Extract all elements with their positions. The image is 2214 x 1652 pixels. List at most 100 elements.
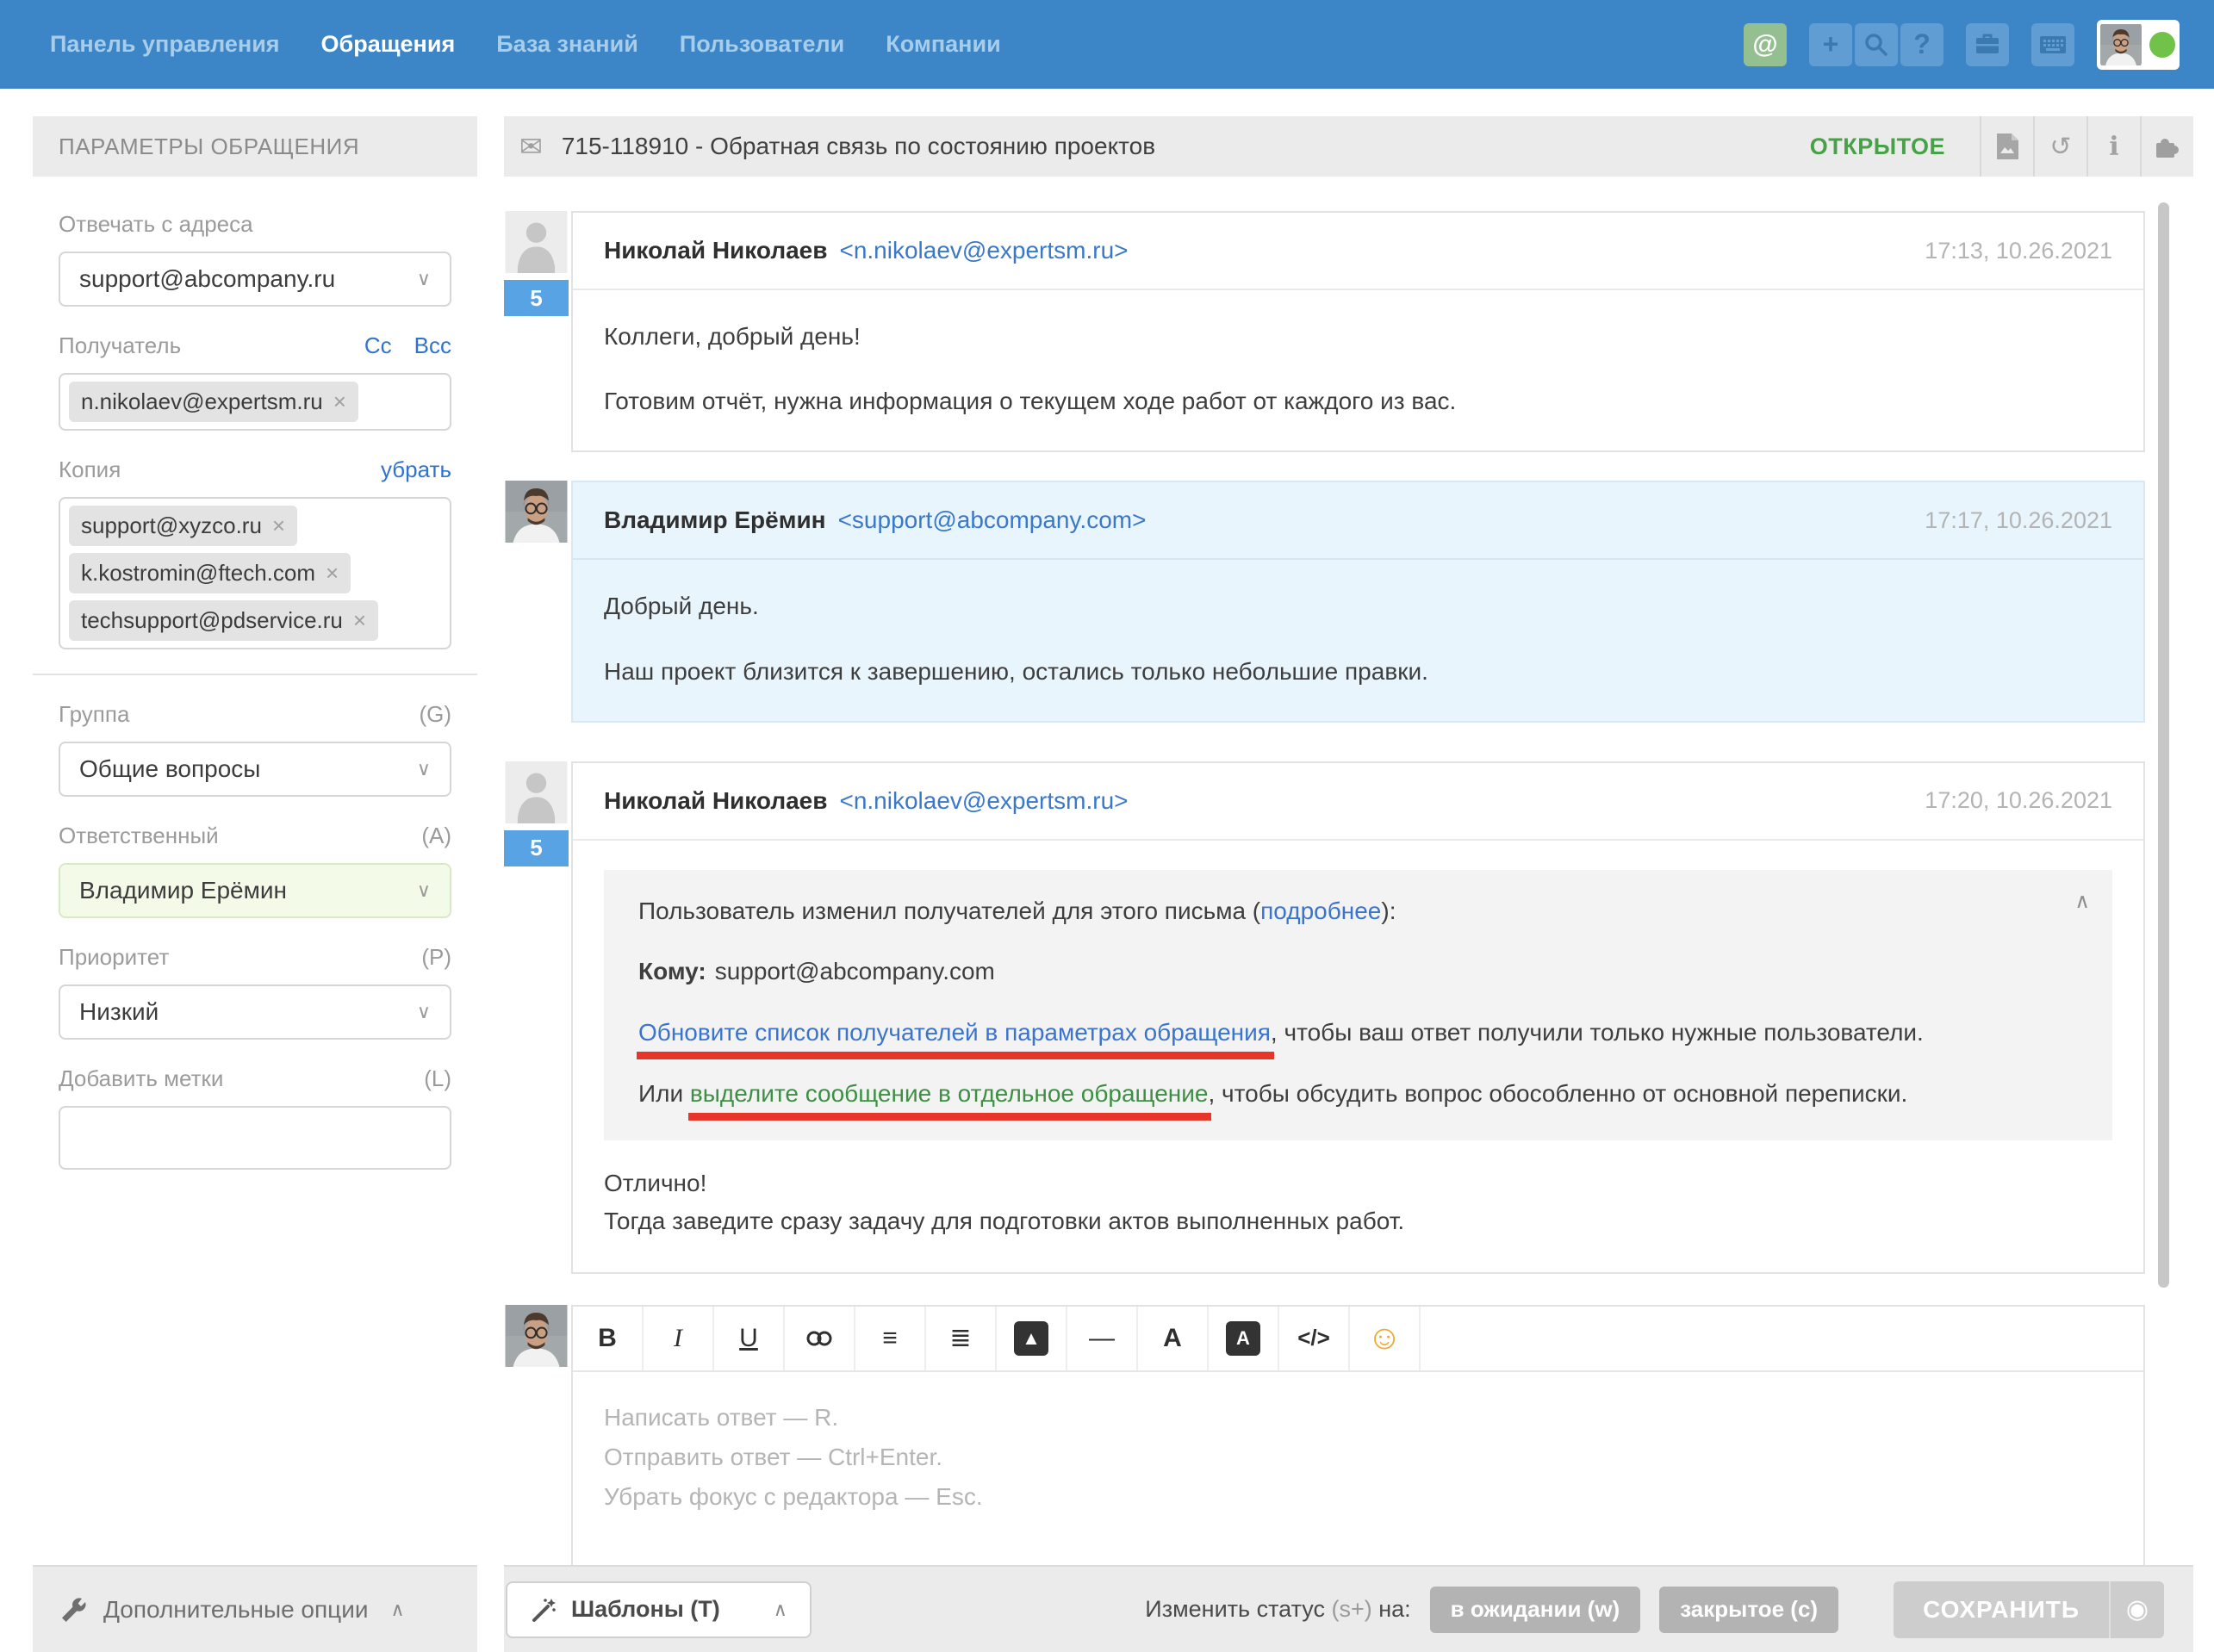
notice-text: , чтобы обсудить вопрос обособленно от о… bbox=[1208, 1080, 1907, 1107]
underline-button[interactable]: U bbox=[714, 1307, 785, 1370]
info-button[interactable]: i bbox=[2087, 116, 2140, 177]
action-bar: Шаблоны (T) ∧ Изменить статус (s+) на: в… bbox=[504, 1565, 2193, 1652]
unordered-list-button[interactable]: ≣ bbox=[926, 1307, 997, 1370]
recipient-input[interactable]: n.nikolaev@expertsm.ru × bbox=[59, 373, 451, 431]
text-color-button[interactable]: A bbox=[1138, 1307, 1209, 1370]
puzzle-icon bbox=[2154, 134, 2181, 159]
message-paragraph: Тогда заведите сразу задачу для подготов… bbox=[604, 1202, 2112, 1239]
details-link[interactable]: подробнее bbox=[1260, 897, 1381, 924]
ordered-list-button[interactable]: ≡ bbox=[855, 1307, 926, 1370]
to-value: support@abcompany.com bbox=[715, 958, 995, 984]
sender-email-link[interactable]: <support@abcompany.com> bbox=[838, 506, 1147, 534]
nav-item-dashboard[interactable]: Панель управления bbox=[50, 31, 280, 58]
history-button[interactable]: ↺ bbox=[2033, 116, 2087, 177]
templates-label: Шаблоны (T) bbox=[571, 1596, 720, 1623]
export-ticket-button[interactable] bbox=[1980, 116, 2033, 177]
info-icon: i bbox=[2109, 132, 2118, 162]
split-message-link[interactable]: выделите сообщение в отдельное обращение bbox=[690, 1080, 1209, 1107]
scrollbar-thumb[interactable] bbox=[2158, 202, 2169, 1288]
nav-item-knowledge-base[interactable]: База знаний bbox=[496, 31, 638, 58]
copy-chip-label: support@xyzco.ru bbox=[81, 512, 262, 539]
helpdesk-app: Панель управления Обращения База знаний … bbox=[0, 0, 2214, 1652]
to-label: Кому: bbox=[638, 958, 706, 984]
editor-placeholder: Написать ответ — R. bbox=[604, 1398, 2112, 1438]
remove-copy-chip-button[interactable]: × bbox=[272, 512, 285, 539]
message-paragraph: Коллеги, добрый день! bbox=[604, 320, 2112, 353]
nav-item-cases[interactable]: Обращения bbox=[321, 31, 456, 58]
remove-copy-chip-button[interactable]: × bbox=[326, 560, 339, 587]
person-icon bbox=[504, 211, 569, 273]
message-author: Николай Николаев bbox=[604, 787, 827, 815]
priority-hotkey: (P) bbox=[421, 944, 451, 971]
ticket-toolbar: ↺ i bbox=[1980, 116, 2193, 177]
history-icon: ↺ bbox=[2049, 132, 2071, 162]
nav-item-companies[interactable]: Компании bbox=[886, 31, 1000, 58]
ticket-parameters-panel: ПАРАМЕТРЫ ОБРАЩЕНИЯ Отвечать с адреса su… bbox=[33, 116, 477, 1652]
more-options[interactable]: Дополнительные опции ∧ bbox=[33, 1565, 477, 1652]
insert-image-button[interactable]: ▲ bbox=[997, 1307, 1067, 1370]
update-recipients-link[interactable]: Обновите список получателей в параметрах… bbox=[638, 1019, 1271, 1046]
cc-link[interactable]: Cc bbox=[364, 332, 392, 359]
user-menu[interactable] bbox=[2097, 20, 2180, 70]
sender-email-link[interactable]: <n.nikolaev@expertsm.ru> bbox=[839, 787, 1128, 815]
split-ticket-button[interactable] bbox=[2140, 116, 2193, 177]
copy-chip-label: techsupport@pdservice.ru bbox=[81, 607, 343, 634]
reply-from-select[interactable]: support@abcompany.ru ∨ bbox=[59, 252, 451, 307]
search-button[interactable] bbox=[1855, 23, 1898, 66]
collapse-notice-button[interactable]: ∧ bbox=[2074, 889, 2090, 914]
nav-item-users[interactable]: Пользователи bbox=[680, 31, 844, 58]
avatar-photo bbox=[504, 1305, 569, 1367]
horizontal-rule-button[interactable]: — bbox=[1067, 1307, 1138, 1370]
avatar-photo bbox=[504, 481, 569, 543]
notice-text: Пользователь изменил получателей для это… bbox=[638, 897, 1260, 924]
remove-recipient-button[interactable]: × bbox=[333, 388, 346, 415]
emoji-button[interactable]: ☺ bbox=[1350, 1307, 1421, 1370]
add-button[interactable]: + bbox=[1809, 23, 1852, 66]
bg-color-button[interactable]: A bbox=[1209, 1307, 1279, 1370]
message: Владимир Ерёмин <support@abcompany.com> … bbox=[504, 481, 2145, 722]
remove-copy-chip-button[interactable]: × bbox=[353, 607, 366, 634]
message-card: Николай Николаев <n.nikolaev@expertsm.ru… bbox=[571, 761, 2145, 1274]
bcc-link[interactable]: Bcc bbox=[414, 332, 451, 359]
recipient-chip: n.nikolaev@expertsm.ru × bbox=[69, 382, 358, 422]
nav-button-group: + ? bbox=[1809, 23, 1943, 66]
recipient-chip-label: n.nikolaev@expertsm.ru bbox=[81, 388, 323, 415]
remove-copy-link[interactable]: убрать bbox=[381, 456, 451, 482]
status-pending-button[interactable]: в ожидании (w) bbox=[1430, 1587, 1641, 1633]
recipient-label: Получатель bbox=[59, 332, 181, 359]
reply-editor[interactable]: Написать ответ — R. Отправить ответ — Ct… bbox=[573, 1372, 2143, 1590]
status-closed-button[interactable]: закрытое (c) bbox=[1659, 1587, 1838, 1633]
italic-icon: I bbox=[674, 1324, 682, 1353]
templates-button[interactable]: Шаблоны (T) ∧ bbox=[506, 1581, 812, 1638]
image-icon: ▲ bbox=[1014, 1321, 1048, 1356]
help-button[interactable]: ? bbox=[1900, 23, 1943, 66]
save-button[interactable]: СОХРАНИТЬ ◉ bbox=[1894, 1581, 2164, 1638]
hr-icon: — bbox=[1089, 1324, 1115, 1353]
ticket-status-badge[interactable]: ОТКРЫТОЕ bbox=[1810, 134, 1945, 160]
search-icon bbox=[1863, 32, 1889, 58]
keyboard-shortcuts-button[interactable] bbox=[2031, 23, 2074, 66]
toolbox-button[interactable] bbox=[1966, 23, 2009, 66]
italic-button[interactable]: I bbox=[644, 1307, 714, 1370]
nav-actions: @ + ? bbox=[1744, 20, 2180, 70]
code-button[interactable]: </> bbox=[1279, 1307, 1350, 1370]
emoji-icon: ☺ bbox=[1367, 1319, 1402, 1357]
bold-button[interactable]: B bbox=[573, 1307, 644, 1370]
sender-email-link[interactable]: <n.nikolaev@expertsm.ru> bbox=[839, 237, 1128, 264]
assignee-select[interactable]: Владимир Ерёмин ∨ bbox=[59, 863, 451, 918]
insert-link-button[interactable] bbox=[785, 1307, 855, 1370]
chevron-up-icon: ∧ bbox=[774, 1599, 787, 1621]
group-select[interactable]: Общие вопросы ∨ bbox=[59, 742, 451, 797]
online-status-dot bbox=[2149, 32, 2175, 58]
agent-photo bbox=[504, 1305, 569, 1367]
message-author: Николай Николаев bbox=[604, 237, 827, 264]
message: 5 Николай Николаев <n.nikolaev@expertsm.… bbox=[504, 211, 2145, 452]
change-status-text: Изменить статус bbox=[1145, 1596, 1331, 1622]
text-color-icon: A bbox=[1163, 1324, 1182, 1353]
copy-chip: techsupport@pdservice.ru × bbox=[69, 600, 378, 641]
priority-select[interactable]: Низкий ∨ bbox=[59, 984, 451, 1040]
question-icon: ? bbox=[1913, 28, 1931, 60]
copy-input[interactable]: support@xyzco.ru × k.kostromin@ftech.com… bbox=[59, 497, 451, 649]
labels-input[interactable] bbox=[59, 1106, 451, 1170]
mentions-button[interactable]: @ bbox=[1744, 23, 1787, 66]
